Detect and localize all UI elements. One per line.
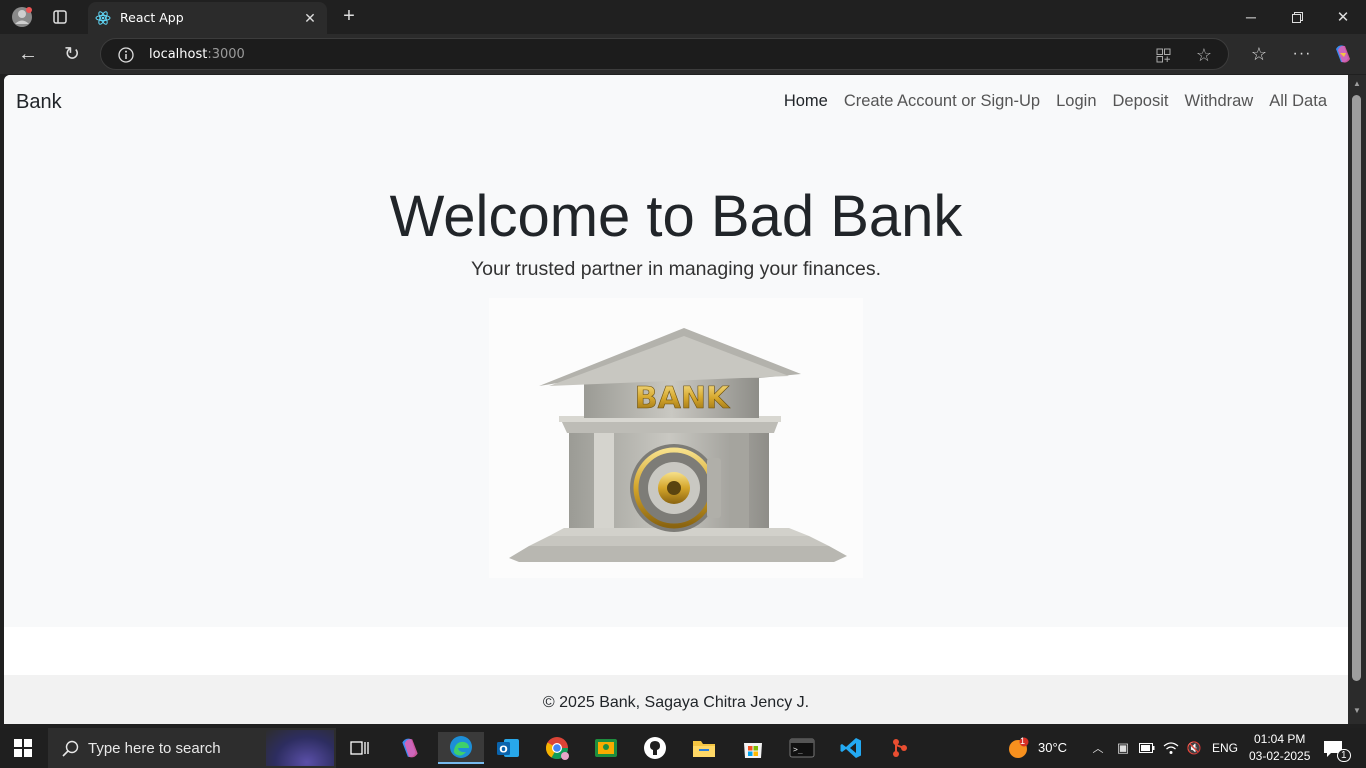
hero-title: Welcome to Bad Bank [389, 184, 963, 249]
tab-close-icon[interactable]: ✕ [302, 10, 318, 26]
url-port: :3000 [207, 47, 245, 62]
hero-subtitle: Your trusted partner in managing your fi… [470, 258, 882, 280]
terminal-icon[interactable]: >_ [782, 732, 822, 764]
more-menu-icon[interactable]: ··· [1290, 42, 1314, 66]
tab-actions-icon[interactable] [50, 7, 70, 27]
page-scrollbar[interactable]: ▲ ▼ [1348, 75, 1366, 724]
vscode-icon[interactable] [831, 732, 871, 764]
navbar: Bank Home Create Account or Sign-Up Logi… [4, 75, 1348, 131]
wifi-icon[interactable] [1162, 739, 1180, 757]
url-text[interactable]: localhost:3000 [149, 47, 245, 62]
page-viewport: Bank Home Create Account or Sign-Up Logi… [4, 75, 1348, 724]
scroll-down-icon[interactable]: ▼ [1352, 706, 1362, 715]
tab-title: React App [120, 10, 184, 25]
svg-text:O: O [499, 745, 508, 756]
favorites-icon[interactable]: ☆ [1247, 42, 1271, 66]
nav-links: Home Create Account or Sign-Up Login Dep… [784, 92, 1327, 111]
scroll-thumb[interactable] [1352, 95, 1361, 681]
clock-date[interactable]: 03-02-2025 [1249, 749, 1310, 763]
taskbar-search[interactable]: Type here to search [48, 728, 336, 768]
github-icon[interactable] [635, 732, 675, 764]
chrome-icon[interactable] [537, 732, 577, 764]
clock-time[interactable]: 01:04 PM [1254, 732, 1305, 746]
weather-temperature[interactable]: 30°C [1038, 740, 1067, 755]
copilot-icon[interactable] [1331, 42, 1355, 66]
notification-count: 1 [1337, 749, 1351, 762]
new-tab-icon[interactable]: + [338, 5, 360, 27]
refresh-icon[interactable]: ↻ [60, 42, 84, 66]
nav-create-account[interactable]: Create Account or Sign-Up [844, 92, 1040, 111]
close-window-icon[interactable]: ✕ [1332, 6, 1354, 28]
taskbar: Type here to search O >_ 1 30°C ︿ ▣ 🔇 EN… [0, 728, 1366, 768]
nav-withdraw[interactable]: Withdraw [1184, 92, 1253, 111]
file-explorer-icon[interactable] [684, 732, 724, 764]
edge-icon[interactable] [438, 732, 484, 764]
copilot-taskbar-icon[interactable] [390, 732, 430, 764]
nav-home[interactable]: Home [784, 92, 828, 111]
windows-start-icon[interactable] [12, 738, 34, 758]
nav-login[interactable]: Login [1056, 92, 1096, 111]
store-icon[interactable] [733, 732, 773, 764]
app-available-icon[interactable] [1154, 46, 1172, 64]
volume-muted-icon[interactable]: 🔇 [1185, 739, 1203, 757]
restore-icon[interactable] [1286, 6, 1308, 28]
minimize-icon[interactable]: ─ [1240, 6, 1262, 28]
profile-avatar-icon[interactable] [10, 5, 34, 29]
language-indicator[interactable]: ENG [1212, 741, 1238, 755]
browser-toolbar: ← ↻ localhost:3000 ☆ ☆ ··· [0, 34, 1366, 74]
bank-sign-text: BANK [635, 381, 731, 416]
nav-all-data[interactable]: All Data [1269, 92, 1327, 111]
url-host: localhost [149, 47, 208, 62]
svg-text:>_: >_ [793, 745, 803, 754]
back-icon[interactable]: ← [16, 42, 40, 66]
search-highlight-image [266, 730, 334, 766]
site-info-icon[interactable] [117, 46, 135, 64]
tab-react-app[interactable]: React App ✕ [88, 2, 327, 34]
weather-icon[interactable] [1006, 736, 1030, 760]
classroom-icon[interactable] [586, 732, 626, 764]
footer: © 2025 Bank, Sagaya Chitra Jency J. [4, 675, 1348, 724]
address-bar[interactable]: localhost:3000 ☆ [100, 38, 1229, 70]
react-logo-icon [94, 9, 112, 27]
scroll-up-icon[interactable]: ▲ [1352, 79, 1362, 88]
nav-deposit[interactable]: Deposit [1113, 92, 1169, 111]
weather-badge: 1 [1020, 736, 1026, 746]
search-placeholder: Type here to search [88, 740, 221, 757]
navbar-brand[interactable]: Bank [16, 91, 62, 114]
favorite-star-icon[interactable]: ☆ [1194, 45, 1214, 65]
git-tool-icon[interactable] [880, 732, 920, 764]
footer-text: © 2025 Bank, Sagaya Chitra Jency J. [542, 694, 810, 711]
hero-section: Welcome to Bad Bank Your trusted partner… [4, 131, 1348, 627]
meet-now-icon[interactable]: ▣ [1114, 739, 1132, 757]
outlook-icon[interactable]: O [488, 732, 528, 764]
task-view-icon[interactable] [340, 732, 380, 764]
tray-overflow-icon[interactable]: ︿ [1090, 740, 1106, 756]
search-icon [60, 738, 80, 758]
tab-bar: React App ✕ + ─ ✕ [0, 0, 1366, 34]
battery-icon[interactable] [1138, 739, 1156, 757]
bank-image: BANK [489, 298, 863, 578]
